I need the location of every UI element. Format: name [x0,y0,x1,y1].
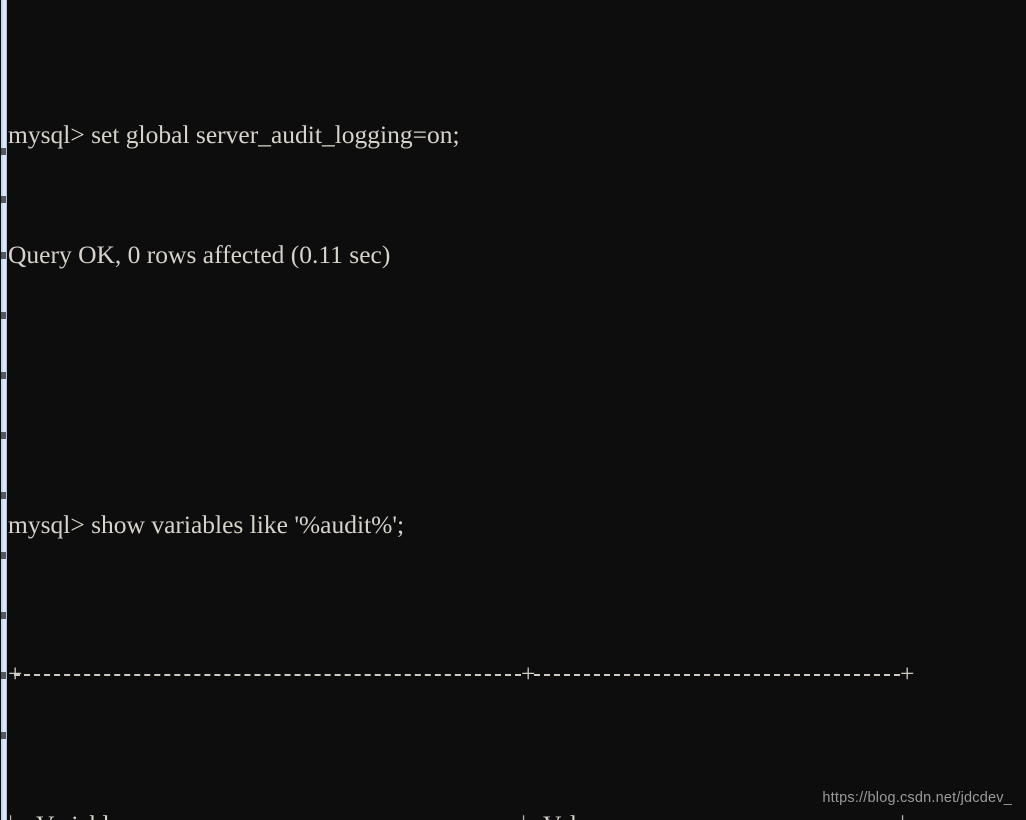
terminal-window: mysql> set global server_audit_logging=o… [0,0,1026,820]
gutter-fleck [1,372,6,379]
gutter-fleck [1,552,6,559]
window-edge-gutter[interactable] [0,0,8,820]
console-output[interactable]: mysql> set global server_audit_logging=o… [8,0,1026,820]
gutter-fleck [1,732,6,739]
command-line-set-logging: mysql> set global server_audit_logging=o… [8,120,460,149]
border-pipe: | [521,810,526,820]
table-top-border: + + + [8,659,1026,690]
command-line-show-variables: mysql> show variables like '%audit%'; [8,510,405,539]
border-pipe: | [8,810,13,820]
border-pipe: | [900,810,905,820]
query-result-ok: Query OK, 0 rows affected (0.11 sec) [8,240,391,269]
column-header-value: Value [543,810,601,820]
watermark-url: https://blog.csdn.net/jdcdev_ [822,790,1012,806]
gutter-fleck [1,432,6,439]
column-header-variable-name: Variable_name [36,810,189,820]
gutter-fleck [1,612,6,619]
gutter-fleck [1,672,6,679]
gutter-fleck [1,252,6,259]
gutter-fleck [1,492,6,499]
table-header-row: | Variable_name | Value | [8,810,1026,820]
gutter-fleck [1,312,6,319]
gutter-fleck [1,196,6,203]
gutter-fleck [1,148,6,155]
border-plus: + [900,659,915,688]
border-segment [534,674,900,676]
border-segment [14,674,521,676]
